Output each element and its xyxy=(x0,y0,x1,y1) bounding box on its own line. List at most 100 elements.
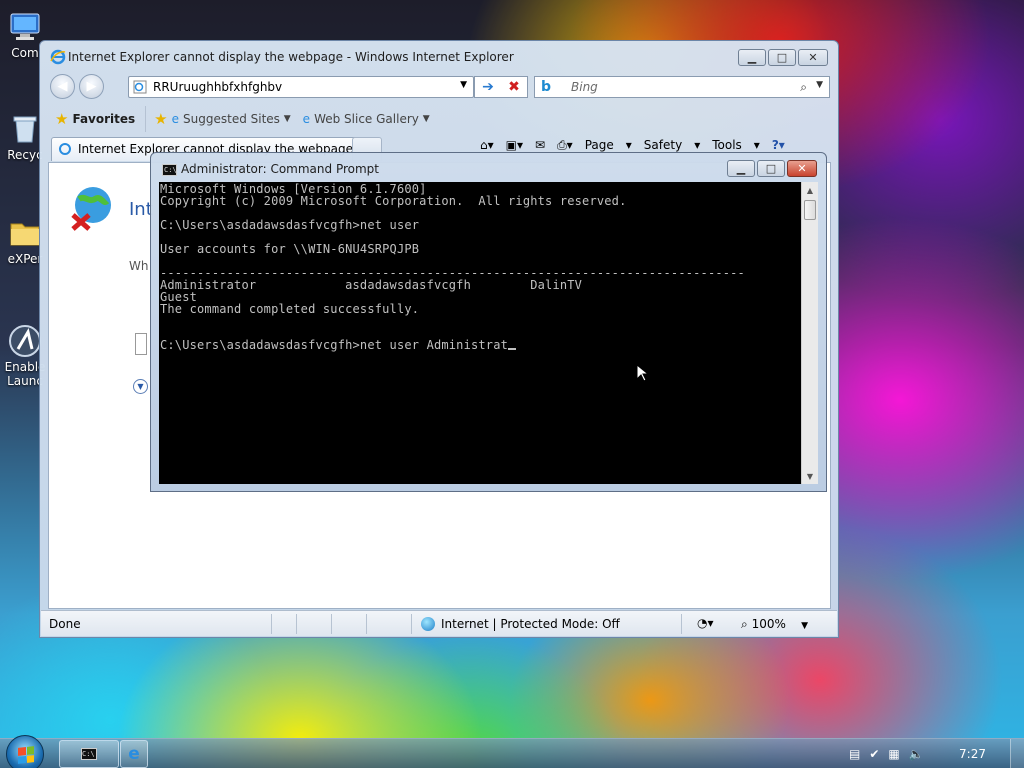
network-icon[interactable]: ▦ xyxy=(888,747,899,761)
scroll-down-icon[interactable]: ▼ xyxy=(802,468,818,484)
go-arrow-icon[interactable]: ➔ xyxy=(475,77,501,97)
search-placeholder: Bing xyxy=(571,80,598,94)
console-line: The command completed successfully. xyxy=(160,302,420,316)
computer-icon xyxy=(10,13,40,40)
help-icon[interactable]: ?▾ xyxy=(772,138,785,153)
status-divider xyxy=(411,614,412,634)
web-slice-gallery-button[interactable]: e Web Slice Gallery ▼ xyxy=(303,112,430,126)
status-divider xyxy=(271,614,272,634)
add-favorites-icon: ★ xyxy=(154,110,168,128)
page-menu[interactable]: Page ▾ xyxy=(585,138,632,153)
search-dropdown-icon[interactable]: ▼ xyxy=(816,80,823,90)
cmd-caption-buttons: ▁ □ ✕ xyxy=(725,160,817,177)
internet-zone-icon xyxy=(421,617,435,631)
suggested-sites-label: Suggested Sites xyxy=(183,112,280,126)
search-icon[interactable]: ⌕ xyxy=(800,80,807,95)
command-prompt-icon: C:\ xyxy=(81,748,97,760)
error-line: Wh xyxy=(129,259,149,273)
status-divider xyxy=(681,614,682,634)
taskbar-button-ie[interactable]: e xyxy=(120,740,148,768)
address-dropdown-icon[interactable]: ▼ xyxy=(460,80,467,90)
chevron-down-icon: ▼ xyxy=(801,621,809,631)
page-menu-label: Page xyxy=(584,138,614,152)
clock[interactable]: 7:27 xyxy=(959,747,986,761)
scroll-thumb[interactable] xyxy=(804,200,816,220)
folder-icon xyxy=(10,223,40,246)
security-zone[interactable]: Internet | Protected Mode: Off xyxy=(421,617,620,631)
ie-small-icon: e xyxy=(171,112,180,126)
console-scrollbar[interactable]: ▲ ▼ xyxy=(801,182,818,484)
launcher-icon xyxy=(9,325,41,357)
windows-logo-icon xyxy=(18,746,34,764)
close-button[interactable]: ✕ xyxy=(798,49,828,66)
stop-icon[interactable]: ✖ xyxy=(501,77,527,97)
ie-title: Internet Explorer cannot display the web… xyxy=(68,50,514,64)
print-icon[interactable]: ⎙▾ xyxy=(557,138,573,153)
system-tray: ▤ ✔ ▦ 🔈 xyxy=(840,739,1024,768)
bing-logo-icon: b xyxy=(541,79,552,95)
console-line: C:\Users\asdadawsdasfvcgfh>net user xyxy=(160,218,420,232)
desktop-icon-label: Recyc xyxy=(7,148,43,162)
tools-menu[interactable]: Tools ▾ xyxy=(712,138,760,153)
forward-button[interactable]: ▶ xyxy=(79,74,104,99)
ie-small-icon: e xyxy=(302,112,311,126)
chevron-down-icon: ▼ xyxy=(283,114,291,124)
status-bar: Done Internet | Protected Mode: Off ◔▾ ⌕… xyxy=(41,610,837,636)
command-prompt-icon: C:\ xyxy=(162,164,177,176)
taskbar: C:\ e ▤ ✔ ▦ 🔈 7:27 xyxy=(0,735,1024,768)
status-text: Done xyxy=(49,617,81,631)
tools-menu-label: Tools xyxy=(712,138,742,152)
mail-icon[interactable]: ✉ xyxy=(535,138,545,153)
close-button[interactable]: ✕ xyxy=(787,160,817,177)
diagnose-button[interactable] xyxy=(135,333,147,355)
recycle-bin-icon xyxy=(13,116,37,143)
security-shield-icon[interactable]: ✔ xyxy=(869,747,879,761)
home-icon[interactable]: ⌂▾ xyxy=(480,138,494,153)
start-button[interactable] xyxy=(6,735,44,768)
safety-menu[interactable]: Safety ▾ xyxy=(644,138,700,153)
more-info-icon[interactable]: ▼ xyxy=(133,379,148,394)
minimize-button[interactable]: ▁ xyxy=(738,49,766,66)
scroll-up-icon[interactable]: ▲ xyxy=(802,182,818,198)
address-text: RRUruughhbfxhfghbv xyxy=(153,80,283,94)
show-desktop-button[interactable] xyxy=(1010,739,1024,768)
ie-logo-icon: e xyxy=(128,744,140,764)
action-center-icon[interactable]: ▤ xyxy=(849,747,860,761)
command-prompt-window[interactable]: C:\ Administrator: Command Prompt ▁ □ ✕ … xyxy=(150,152,827,492)
desktop-icon-label: Com xyxy=(11,46,39,60)
maximize-button[interactable]: □ xyxy=(768,49,796,66)
forward-arrow-icon: ▶ xyxy=(86,79,97,94)
zone-text: Internet | Protected Mode: Off xyxy=(441,617,620,631)
status-divider xyxy=(331,614,332,634)
address-bar[interactable]: RRUruughhbfxhfghbv ▼ xyxy=(128,76,474,98)
zoom-icon: ⌕ xyxy=(741,617,748,631)
search-input[interactable]: b Bing ⌕ ▼ xyxy=(534,76,830,98)
mouse-pointer-icon xyxy=(636,364,648,382)
safety-menu-label: Safety xyxy=(643,138,683,152)
ie-logo-icon xyxy=(50,49,66,65)
cmd-title: Administrator: Command Prompt xyxy=(181,162,379,176)
maximize-button[interactable]: □ xyxy=(757,160,785,177)
console-line: User accounts for \\WIN-6NU4SRPQJPB xyxy=(160,242,420,256)
console-line: C:\Users\asdadawsdasfvcgfh>net user Admi… xyxy=(160,339,800,351)
feeds-icon[interactable]: ▣▾ xyxy=(506,138,523,153)
ie-caption-buttons: ▁ □ ✕ xyxy=(736,49,828,66)
taskbar-button-cmd[interactable]: C:\ xyxy=(59,740,119,768)
favorites-bar: ★ Favorites ★ e Suggested Sites ▼ e Web Slic… xyxy=(49,106,834,132)
error-globe-icon xyxy=(71,187,111,231)
page-icon xyxy=(59,143,71,155)
command-bar: ⌂▾ ▣▾ ✉ ⎙▾ Page ▾ Safety ▾ Tools ▾ ?▾ xyxy=(480,138,797,153)
favorites-star-icon: ★ xyxy=(55,110,69,128)
back-arrow-icon: ◀ xyxy=(57,79,68,94)
minimize-button[interactable]: ▁ xyxy=(727,160,755,177)
favorites-button[interactable]: ★ Favorites xyxy=(49,106,147,132)
console-output[interactable]: Microsoft Windows [Version 6.1.7600] Copy… xyxy=(159,182,801,484)
protected-mode-icon[interactable]: ◔▾ xyxy=(697,616,714,630)
address-buttons: ➔ ✖ xyxy=(474,76,528,98)
back-button[interactable]: ◀ xyxy=(50,74,75,99)
chevron-down-icon: ▼ xyxy=(422,114,430,124)
zoom-level[interactable]: ⌕ 100% ▼ xyxy=(741,617,808,632)
volume-icon[interactable]: 🔈 xyxy=(909,747,924,761)
suggested-sites-button[interactable]: ★ e Suggested Sites ▼ xyxy=(154,110,291,128)
desktop-icon-label: eXPer xyxy=(7,252,43,266)
